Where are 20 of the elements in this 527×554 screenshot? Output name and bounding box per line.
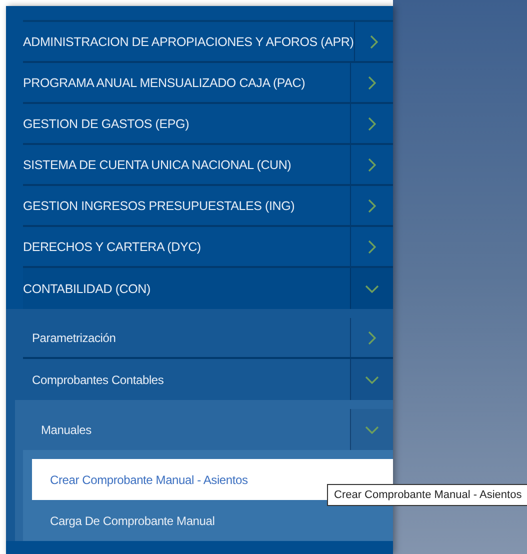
menu-item[interactable]: ADMINISTRACION DE APROPIACIONES Y AFOROS (APR) — [23, 22, 393, 63]
menu-item[interactable]: Parametrización — [23, 318, 393, 359]
chevron-down-icon — [365, 376, 379, 384]
chevron-down-icon — [365, 426, 379, 434]
chevron-right-icon — [370, 34, 378, 48]
chevron-right-icon — [368, 330, 376, 344]
chevron-right-icon — [368, 240, 376, 254]
chevron-down-icon — [365, 284, 379, 292]
tooltip: Crear Comprobante Manual - Asientos — [327, 484, 527, 506]
menu-item[interactable]: GESTION INGRESOS PRESUPUESTALES (ING) — [23, 186, 393, 227]
menu-item[interactable]: PROGRAMA ANUAL MENSUALIZADO CAJA (PAC) — [23, 63, 393, 104]
chevron-right-icon — [368, 198, 376, 212]
chevron-right-icon — [368, 76, 376, 90]
chevron-right-icon — [368, 158, 376, 172]
menu-item[interactable]: GESTION DE GASTOS (EPG) — [23, 104, 393, 145]
menu-item[interactable]: SISTEMA DE CUENTA UNICA NACIONAL (CUN) — [23, 145, 393, 186]
menu-item[interactable]: CONTABILIDAD (CON) — [23, 268, 393, 309]
chevron-right-icon — [368, 116, 376, 130]
menu-item[interactable]: Comprobantes Contables — [23, 359, 393, 400]
menu-item[interactable]: Manuales — [32, 409, 393, 450]
